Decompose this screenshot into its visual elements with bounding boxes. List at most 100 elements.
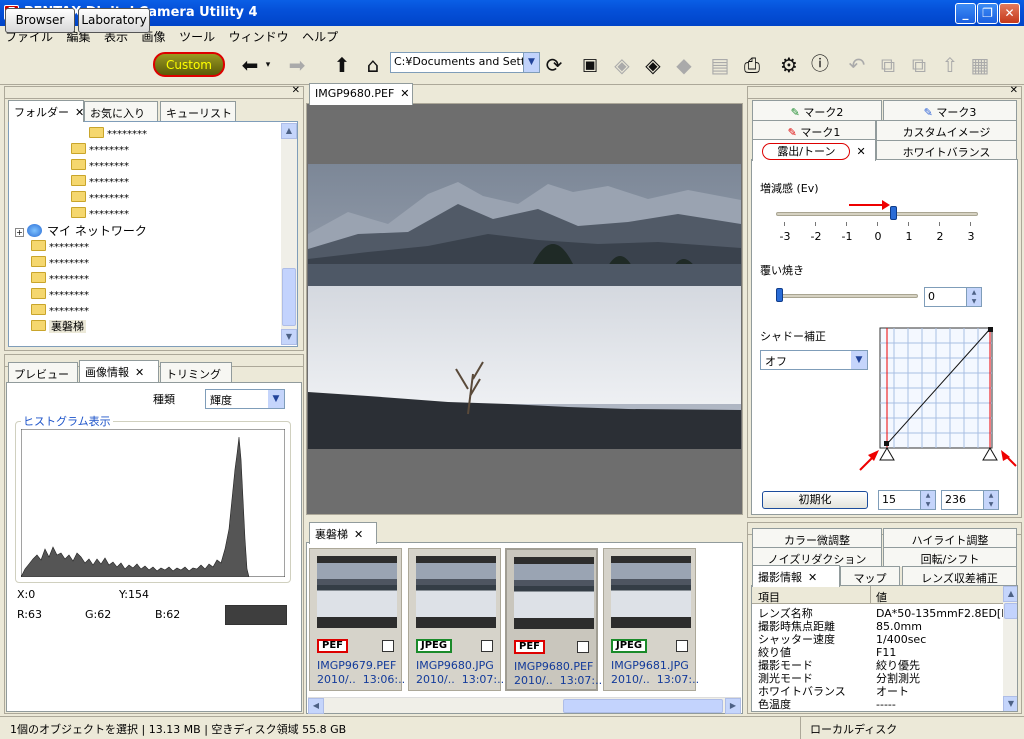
tree-item[interactable]: ******** (71, 175, 129, 189)
table-row[interactable]: 色温度 ----- (752, 698, 1017, 711)
tree-item[interactable]: ******** (31, 272, 89, 286)
select-checkbox[interactable] (382, 640, 394, 652)
scroll-thumb[interactable] (282, 268, 296, 326)
chevron-down-icon[interactable]: ▼ (268, 390, 284, 408)
settings-gear-icon[interactable]: ⚙ (777, 53, 801, 77)
select-checkbox[interactable] (481, 640, 493, 652)
tree-item[interactable]: ******** (71, 207, 129, 221)
close-icon[interactable]: ✕ (354, 528, 363, 541)
tab-rotate-shift[interactable]: 回転/シフト (883, 547, 1017, 567)
scroll-right-icon[interactable]: ▶ (725, 698, 741, 714)
type-select[interactable]: 輝度 ▼ (205, 389, 285, 409)
rotate-left-icon[interactable]: ◈ (610, 53, 634, 77)
high-value-spinbox[interactable]: 236 ▲ ▼ (941, 490, 999, 510)
black-point-triangle-icon[interactable] (879, 447, 895, 461)
tree-item[interactable]: ******** (71, 143, 129, 157)
close-icon[interactable]: ✕ (856, 145, 865, 158)
tree-item[interactable]: ******** (89, 127, 147, 141)
tab-mark1[interactable]: ✎ マーク1 (752, 120, 876, 140)
close-button[interactable]: ✕ (999, 3, 1020, 24)
close-icon[interactable]: ✕ (808, 571, 817, 584)
dodge-spinbox[interactable]: 0 ▲ ▼ (924, 287, 982, 307)
delete-icon[interactable]: ▦ (968, 53, 992, 77)
low-value-spinbox[interactable]: 15 ▲ ▼ (878, 490, 936, 510)
table-row[interactable]: 撮影時焦点距離 85.0mm (752, 620, 1017, 633)
dodge-slider-thumb[interactable] (776, 288, 783, 302)
exposure-slider-track[interactable] (776, 212, 978, 216)
spinner-arrows-icon[interactable]: ▲ ▼ (966, 288, 981, 306)
tree-item-selected[interactable]: 裏磐梯 (31, 318, 86, 333)
tab-highlight-adjust[interactable]: ハイライト調整 (883, 528, 1017, 548)
spinner-arrows-icon[interactable]: ▲ ▼ (983, 491, 998, 509)
tab-image-info[interactable]: 画像情報 ✕ (79, 360, 159, 382)
folder-tree[interactable]: ******** ******** ******** ******** ****… (8, 121, 298, 347)
scroll-down-icon[interactable]: ▼ (281, 329, 297, 345)
copy-icon[interactable]: ⧉ (876, 53, 900, 77)
tab-noise-reduction[interactable]: ノイズリダクション (752, 547, 882, 567)
scroll-thumb[interactable] (1004, 603, 1017, 619)
close-icon[interactable]: ✕ (135, 366, 144, 379)
table-row[interactable]: レンズ名称 DA*50-135mmF2.8ED[I... (752, 607, 1017, 620)
custom-mode-button[interactable]: Custom (153, 52, 225, 77)
tab-map[interactable]: マップ (840, 566, 900, 586)
refresh-icon[interactable]: ⟳ (542, 53, 566, 77)
tab-folder[interactable]: フォルダー ✕ (8, 100, 84, 122)
tree-item-network[interactable]: + マイ ネットワーク (15, 222, 147, 238)
back-arrow-icon[interactable]: ⬅ (238, 53, 262, 77)
thumbnail-card[interactable]: JPEG IMGP9681.JPG 2010/.. 13:07:.. (603, 548, 699, 691)
laboratory-mode-button[interactable]: Laboratory (78, 8, 150, 33)
tab-exposure-tone[interactable]: 露出/トーン ✕ (752, 139, 876, 161)
printer-icon[interactable]: ⎙ (740, 53, 764, 77)
diamond-icon[interactable]: ◆ (672, 53, 696, 77)
tab-white-balance[interactable]: ホワイトバランス (876, 140, 1017, 160)
tab-lens-correction[interactable]: レンズ収差補正 (902, 566, 1017, 586)
expand-plus-icon[interactable]: + (15, 228, 24, 237)
save-icon[interactable]: ▣ (578, 53, 602, 77)
table-row[interactable]: シャッター速度 1/400sec (752, 633, 1017, 646)
table-row[interactable]: 撮影モード 絞り優先 (752, 659, 1017, 672)
select-checkbox[interactable] (676, 640, 688, 652)
table-row[interactable]: 絞り値 F11 (752, 646, 1017, 659)
table-row[interactable]: 測光モード 分割測光 (752, 672, 1017, 685)
path-combobox[interactable]: C:¥Documents and Settir ▼ (390, 52, 540, 73)
scroll-thumb[interactable] (563, 699, 723, 713)
dodge-slider-track[interactable] (776, 294, 918, 298)
close-icon[interactable]: ✕ (400, 87, 409, 100)
tab-shooting-info[interactable]: 撮影情報 ✕ (752, 565, 840, 587)
image-viewer[interactable] (306, 103, 743, 515)
undo-icon[interactable]: ↶ (845, 53, 869, 77)
tab-trimming[interactable]: トリミング (160, 362, 232, 382)
reset-button[interactable]: 初期化 (762, 491, 868, 509)
thumbnail-card[interactable]: JPEG IMGP9680.JPG 2010/.. 13:07:.. (408, 548, 504, 691)
chevron-down-icon[interactable]: ▼ (523, 53, 539, 72)
rotate-right-icon[interactable]: ◈ (641, 53, 665, 77)
title-bar[interactable]: ◘ PENTAX Digital Camera Utility 4 _ ❐ ✕ (0, 0, 1024, 26)
tab-thumbnails[interactable]: 裏磐梯 ✕ (309, 522, 377, 544)
tree-item[interactable]: ******** (31, 240, 89, 254)
scroll-left-icon[interactable]: ◀ (308, 698, 324, 714)
tree-item[interactable]: ******** (31, 288, 89, 302)
tab-custom-image[interactable]: カスタムイメージ (876, 120, 1017, 140)
scroll-up-icon[interactable]: ▲ (281, 123, 297, 139)
spinner-arrows-icon[interactable]: ▲ ▼ (920, 491, 935, 509)
menu-help[interactable]: ヘルプ (297, 26, 343, 45)
tone-curve[interactable] (852, 324, 1019, 474)
help-icon[interactable]: ⓘ (808, 53, 832, 77)
curve-point[interactable] (988, 327, 993, 332)
close-icon[interactable]: ✕ (292, 85, 300, 96)
tree-item[interactable]: ******** (31, 304, 89, 318)
close-icon[interactable]: ✕ (75, 106, 84, 119)
home-icon[interactable]: ⌂ (361, 53, 385, 77)
tree-item[interactable]: ******** (71, 191, 129, 205)
tab-color-fine-tune[interactable]: カラー微調整 (752, 528, 882, 548)
up-arrow-icon[interactable]: ⬆ (330, 53, 354, 77)
exposure-slider-thumb[interactable] (889, 206, 897, 220)
tab-favorites[interactable]: お気に入り (84, 101, 158, 121)
tree-item[interactable]: ******** (31, 256, 89, 270)
minimize-button[interactable]: _ (955, 3, 976, 24)
tab-mark3[interactable]: ✎ マーク3 (883, 100, 1017, 120)
menu-tools[interactable]: ツール (174, 26, 220, 45)
vertical-scrollbar[interactable]: ▲ ▼ (281, 123, 297, 345)
tab-queue-list[interactable]: キューリスト (160, 101, 236, 121)
select-checkbox[interactable] (577, 641, 589, 653)
